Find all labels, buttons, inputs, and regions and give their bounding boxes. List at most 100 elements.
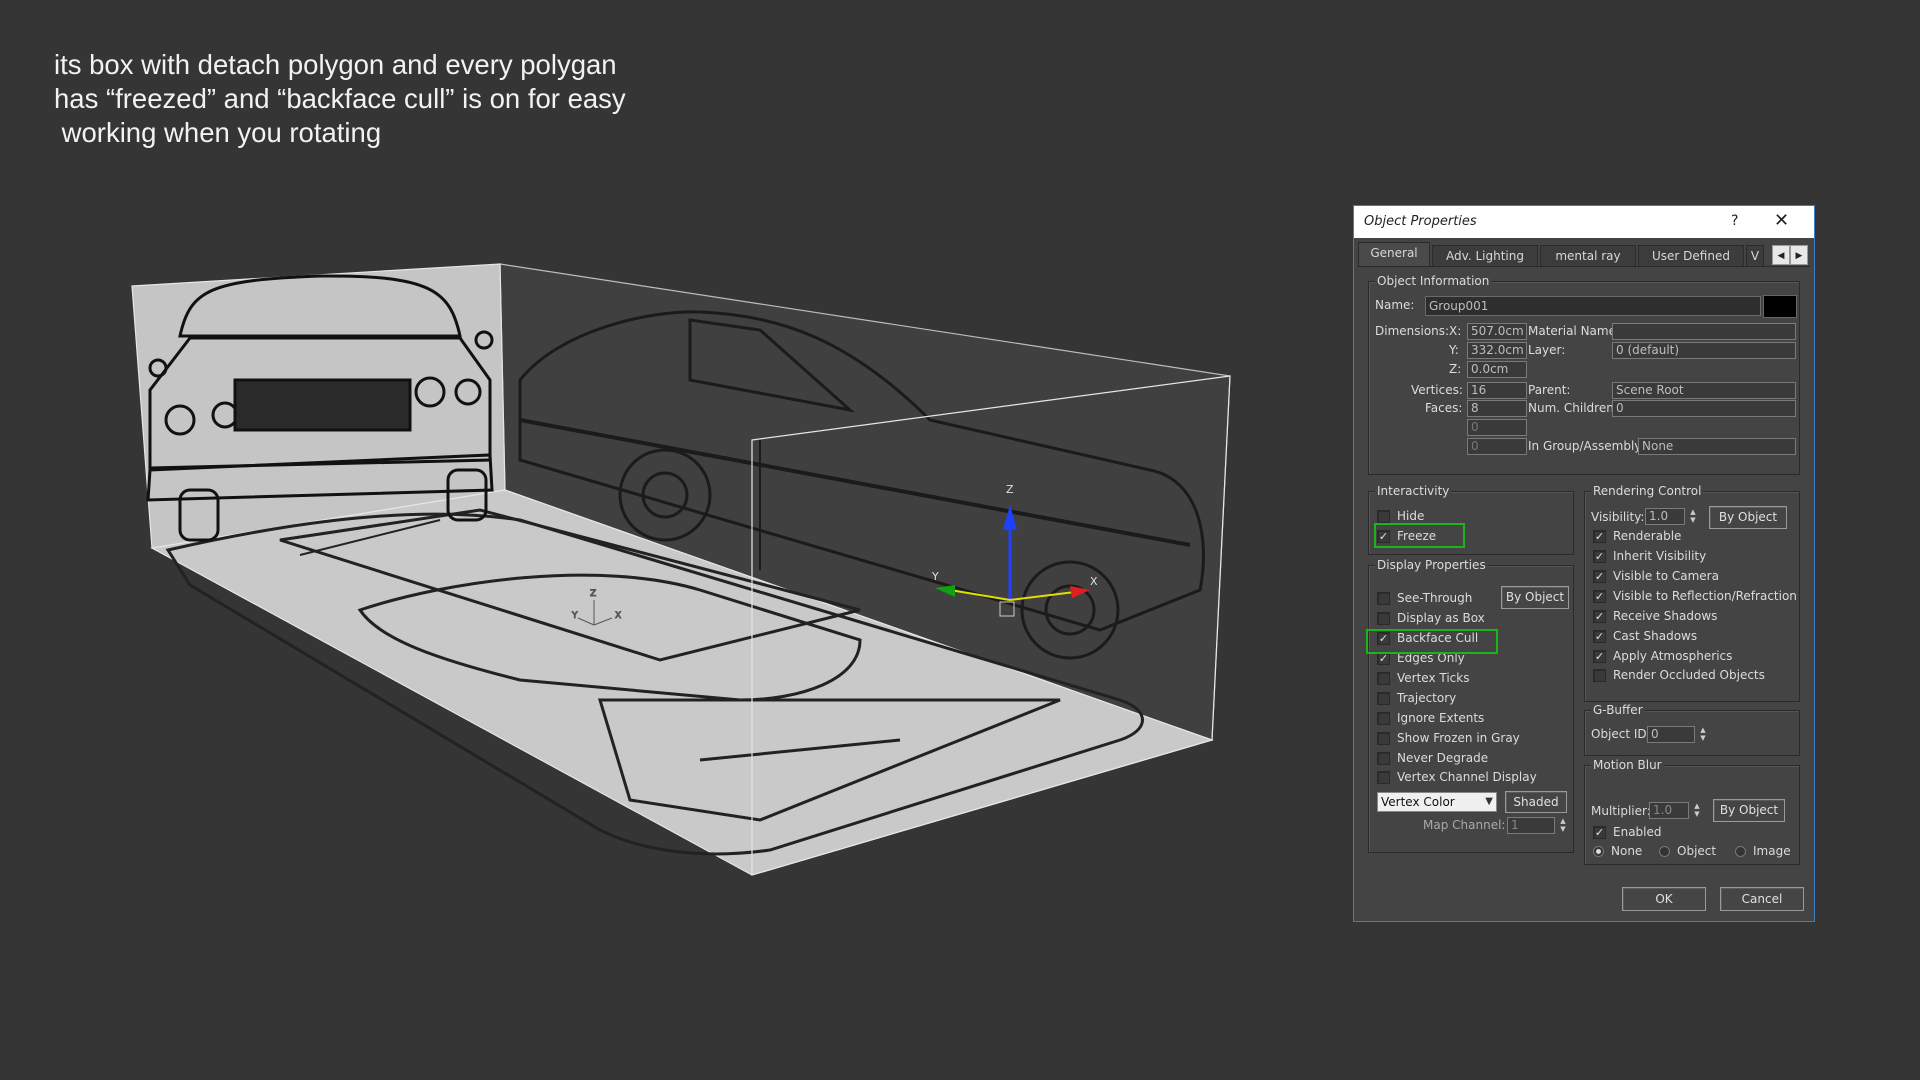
hide-label: Hide	[1397, 509, 1425, 523]
tab-scroll-right-icon[interactable]: ▶	[1790, 245, 1808, 265]
motion-blur-none-radio[interactable]	[1593, 846, 1604, 857]
map-channel-spinner-icon[interactable]: ▲ ▼	[1557, 817, 1569, 834]
cast-shadows-checkbox[interactable]: ✓	[1593, 630, 1606, 643]
object-information-title: Object Information	[1375, 274, 1492, 288]
tab-mental-ray[interactable]: mental ray	[1540, 245, 1636, 267]
help-button[interactable]: ?	[1731, 213, 1738, 229]
multiplier-label: Multiplier:	[1591, 804, 1651, 818]
display-properties-title: Display Properties	[1375, 558, 1488, 572]
group-assembly-field: None	[1638, 438, 1796, 455]
tab-general[interactable]: General	[1358, 242, 1430, 267]
freeze-highlight	[1374, 523, 1465, 548]
shaded-button[interactable]: Shaded	[1505, 791, 1567, 813]
multiplier-field[interactable]: 1.0	[1649, 802, 1689, 819]
display-as-box-checkbox[interactable]	[1377, 612, 1390, 625]
trajectory-label: Trajectory	[1397, 691, 1457, 705]
layer-field: 0 (default)	[1612, 342, 1796, 359]
hide-checkbox[interactable]	[1377, 510, 1390, 523]
y-dimension-field: 332.0cm	[1467, 342, 1527, 359]
vertex-channel-display-checkbox[interactable]	[1377, 771, 1390, 784]
chevron-down-icon: ▼	[1485, 796, 1493, 807]
motion-blur-object-label: Object	[1677, 844, 1717, 858]
renderable-checkbox[interactable]: ✓	[1593, 530, 1606, 543]
never-degrade-label: Never Degrade	[1397, 751, 1489, 765]
see-through-checkbox[interactable]	[1377, 592, 1390, 605]
y-dim-label: Y:	[1449, 343, 1459, 357]
vertex-ticks-checkbox[interactable]	[1377, 672, 1390, 685]
object-color-swatch[interactable]	[1763, 295, 1797, 318]
show-frozen-gray-label: Show Frozen in Gray	[1397, 731, 1520, 745]
trajectory-checkbox[interactable]	[1377, 692, 1390, 705]
tab-adv-lighting[interactable]: Adv. Lighting	[1432, 245, 1538, 267]
x-dim-label: X:	[1449, 324, 1462, 338]
general-tab-panel: Object Information Name: Group001 Dimens…	[1358, 266, 1810, 916]
map-channel-field[interactable]: 1	[1507, 817, 1555, 834]
visible-to-camera-checkbox[interactable]: ✓	[1593, 570, 1606, 583]
name-field[interactable]: Group001	[1425, 296, 1761, 316]
object-id-field[interactable]: 0	[1647, 726, 1695, 743]
tab-bar: General Adv. Lighting mental ray User De…	[1358, 242, 1810, 267]
3d-viewport[interactable]: Z Y X Z Y X	[0, 0, 1300, 1080]
close-icon[interactable]: ✕	[1774, 210, 1789, 231]
g-buffer-title: G-Buffer	[1591, 703, 1645, 717]
tab-truncated[interactable]: V	[1746, 245, 1764, 267]
ignore-extents-checkbox[interactable]	[1377, 712, 1390, 725]
visibility-by-object-button[interactable]: By Object	[1709, 506, 1787, 529]
gizmo-x-label: X	[1090, 575, 1098, 588]
visible-to-reflection-label: Visible to Reflection/Refraction	[1613, 589, 1797, 603]
layer-label: Layer:	[1528, 343, 1566, 357]
ignore-extents-label: Ignore Extents	[1397, 711, 1485, 725]
tab-scroll-left-icon[interactable]: ◀	[1772, 245, 1790, 265]
tab-user-defined[interactable]: User Defined	[1638, 245, 1744, 267]
visible-to-camera-label: Visible to Camera	[1613, 569, 1719, 583]
render-occluded-checkbox[interactable]	[1593, 669, 1606, 682]
apply-atmospherics-checkbox[interactable]: ✓	[1593, 650, 1606, 663]
motion-blur-object-radio[interactable]	[1659, 846, 1670, 857]
motion-blur-enabled-label: Enabled	[1613, 825, 1662, 839]
cancel-button[interactable]: Cancel	[1720, 887, 1804, 911]
x-dimension-field: 507.0cm	[1467, 323, 1527, 340]
never-degrade-checkbox[interactable]	[1377, 752, 1390, 765]
see-through-label: See-Through	[1397, 591, 1473, 605]
pivot-z-label: Z	[590, 589, 596, 599]
num-children-field: 0	[1612, 400, 1796, 417]
object-information-group: Object Information Name: Group001 Dimens…	[1368, 274, 1800, 475]
apply-atmospherics-label: Apply Atmospherics	[1613, 649, 1733, 663]
display-by-object-button[interactable]: By Object	[1501, 586, 1569, 609]
rendering-control-title: Rendering Control	[1591, 484, 1704, 498]
ok-button[interactable]: OK	[1622, 887, 1706, 911]
z-dim-label: Z:	[1449, 362, 1462, 376]
pivot-y-label: Y	[571, 611, 578, 621]
extra-info-field-2: 0	[1467, 438, 1527, 455]
extra-info-field-1: 0	[1467, 419, 1527, 436]
display-properties-group: Display Properties By Object See-Through…	[1368, 558, 1574, 853]
show-frozen-gray-checkbox[interactable]	[1377, 732, 1390, 745]
receive-shadows-label: Receive Shadows	[1613, 609, 1718, 623]
backface-cull-highlight	[1366, 629, 1498, 654]
object-id-spinner-icon[interactable]: ▲ ▼	[1697, 726, 1709, 743]
multiplier-spinner-icon[interactable]: ▲ ▼	[1691, 802, 1703, 819]
visibility-spinner-icon[interactable]: ▲ ▼	[1687, 508, 1699, 525]
motion-blur-none-label: None	[1611, 844, 1643, 858]
motion-blur-by-object-button[interactable]: By Object	[1713, 799, 1785, 822]
inherit-visibility-checkbox[interactable]: ✓	[1593, 550, 1606, 563]
dialog-titlebar: Object Properties ? ✕	[1354, 206, 1814, 238]
visible-to-reflection-checkbox[interactable]: ✓	[1593, 590, 1606, 603]
motion-blur-enabled-checkbox[interactable]: ✓	[1593, 826, 1606, 839]
name-label: Name:	[1375, 298, 1415, 312]
pivot-x-label: X	[615, 611, 621, 621]
receive-shadows-checkbox[interactable]: ✓	[1593, 610, 1606, 623]
vertices-label: Vertices:	[1411, 383, 1463, 397]
faces-label: Faces:	[1425, 401, 1463, 415]
vertex-color-select[interactable]: Vertex Color ▼	[1377, 792, 1497, 812]
gizmo-z-label: Z	[1006, 483, 1014, 496]
material-name-field	[1612, 323, 1796, 340]
object-id-label: Object ID:	[1591, 727, 1651, 741]
material-name-label: Material Name:	[1528, 324, 1621, 338]
motion-blur-image-radio[interactable]	[1735, 846, 1746, 857]
cast-shadows-label: Cast Shadows	[1613, 629, 1698, 643]
visibility-field[interactable]: 1.0	[1645, 508, 1685, 525]
map-channel-label: Map Channel:	[1423, 818, 1506, 832]
num-children-label: Num. Children:	[1528, 401, 1618, 415]
gizmo-y-label: Y	[931, 570, 939, 583]
